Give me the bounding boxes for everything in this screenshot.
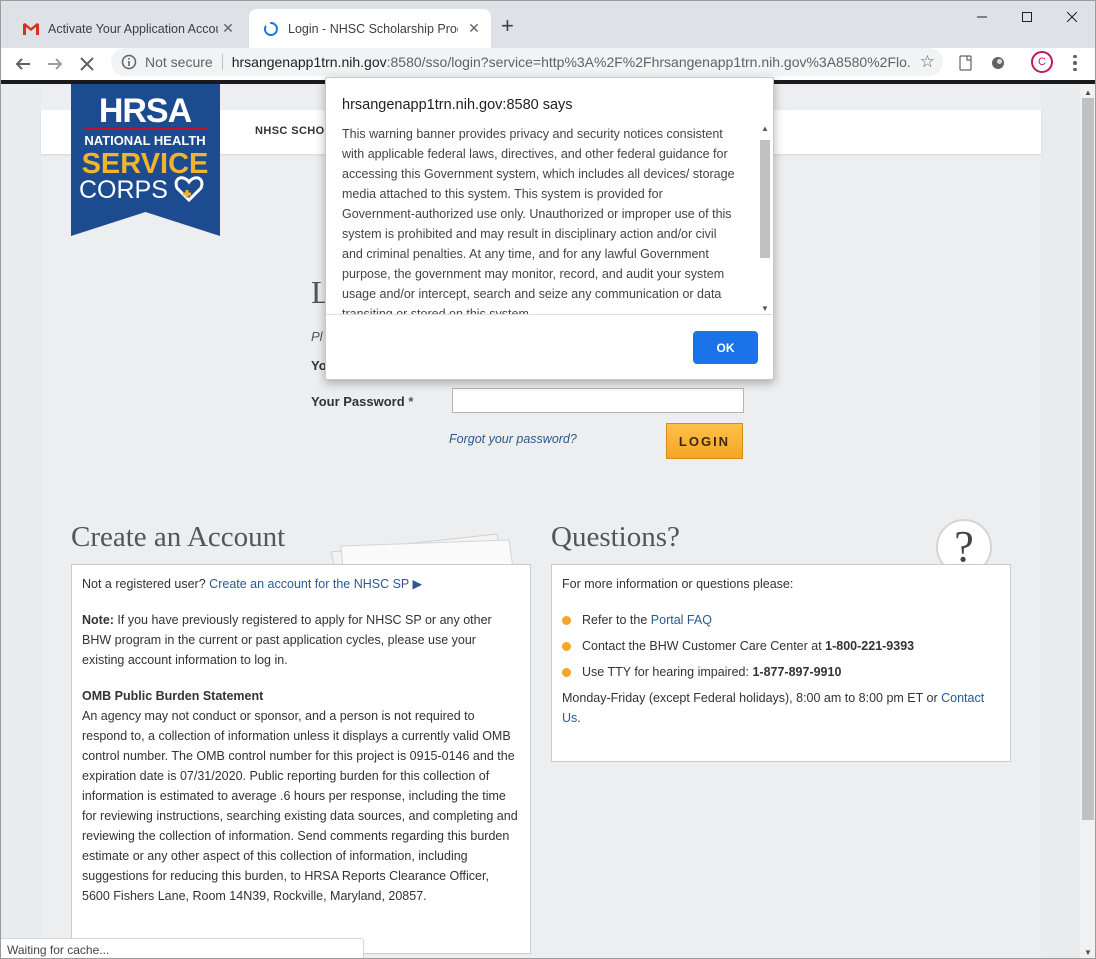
- bullet-icon: [562, 642, 571, 651]
- paper-stack-icon: [330, 533, 514, 568]
- loading-spinner-icon: [263, 21, 279, 37]
- create-account-panel: Not a registered user? Create an account…: [71, 564, 531, 954]
- extension-circle-icon[interactable]: [987, 52, 1009, 74]
- url-text: hrsangenapp1trn.nih.gov:8580/sso/login?s…: [231, 54, 912, 70]
- menu-kebab-icon[interactable]: [1069, 53, 1081, 73]
- page-scrollbar[interactable]: ▲ ▼: [1080, 84, 1095, 958]
- portal-faq-link[interactable]: Portal FAQ: [651, 613, 712, 627]
- alert-dialog: hrsangenapp1trn.nih.gov:8580 says This w…: [325, 77, 774, 380]
- security-status: Not secure: [145, 54, 213, 70]
- tab-title: Activate Your Application Accoun: [48, 21, 218, 36]
- close-window-button[interactable]: [1049, 5, 1095, 29]
- stop-loading-icon[interactable]: [75, 52, 99, 76]
- tab-title: Login - NHSC Scholarship Progra: [288, 21, 458, 36]
- hrsa-nhsc-logo[interactable]: HRSA NATIONAL HEALTH SERVICE CORPS: [71, 84, 220, 236]
- password-label: Your Password *: [311, 394, 414, 409]
- omb-heading: OMB Public Burden Statement: [82, 689, 264, 703]
- dialog-message: This warning banner provides privacy and…: [342, 127, 735, 314]
- new-tab-button[interactable]: +: [501, 15, 514, 37]
- back-arrow-icon[interactable]: [11, 52, 35, 76]
- list-item: Use TTY for hearing impaired: 1-877-897-…: [562, 662, 1000, 682]
- tab-gmail[interactable]: Activate Your Application Accoun ✕: [9, 9, 245, 48]
- scrollbar-thumb[interactable]: [760, 140, 770, 258]
- ok-button[interactable]: OK: [693, 331, 758, 364]
- scroll-down-icon[interactable]: ▼: [1080, 944, 1095, 958]
- forgot-password-link[interactable]: Forgot your password?: [449, 432, 577, 446]
- bookmark-star-icon[interactable]: ☆: [920, 53, 935, 70]
- status-bubble: Waiting for cache...: [1, 938, 364, 958]
- nav-item-nhsc[interactable]: NHSC SCHO: [255, 125, 325, 137]
- svg-text:CORPS: CORPS: [79, 176, 168, 204]
- extension-icon[interactable]: [955, 52, 977, 74]
- tab-strip: Activate Your Application Accoun ✕ Login…: [1, 1, 1095, 48]
- questions-intro: For more information or questions please…: [562, 577, 794, 591]
- contact-list: Refer to the Portal FAQ Contact the BHW …: [562, 610, 1000, 682]
- close-tab-icon[interactable]: ✕: [467, 21, 481, 35]
- info-icon[interactable]: [121, 54, 137, 70]
- list-item: Refer to the Portal FAQ: [562, 610, 1000, 630]
- login-instruction: Pl: [311, 329, 323, 344]
- hours-text: Monday-Friday (except Federal holidays),…: [562, 691, 985, 725]
- questions-panel: For more information or questions please…: [551, 564, 1011, 762]
- bullet-icon: [562, 616, 571, 625]
- create-account-heading: Create an Account: [71, 521, 286, 553]
- svg-text:HRSA: HRSA: [99, 92, 192, 130]
- password-field[interactable]: [452, 388, 744, 413]
- close-tab-icon[interactable]: ✕: [221, 21, 235, 35]
- gmail-icon: [23, 21, 39, 37]
- tty-phone: 1-877-897-9910: [752, 665, 842, 679]
- omb-statement: An agency may not conduct or sponsor, an…: [82, 709, 518, 903]
- forward-arrow-icon[interactable]: [43, 52, 67, 76]
- scrollbar-thumb[interactable]: [1082, 98, 1094, 820]
- address-bar[interactable]: Not secure hrsangenapp1trn.nih.gov:8580/…: [111, 48, 943, 76]
- login-button[interactable]: LOGIN: [666, 423, 743, 459]
- dialog-scrollbar[interactable]: ▲ ▼: [758, 124, 772, 314]
- list-item: Contact the BHW Customer Care Center at …: [562, 636, 1000, 656]
- bullet-icon: [562, 668, 571, 677]
- customer-care-phone: 1-800-221-9393: [825, 639, 915, 653]
- profile-avatar[interactable]: C: [1031, 51, 1053, 73]
- create-account-link[interactable]: Create an account for the NHSC SP ▶: [209, 577, 422, 591]
- play-arrow-icon: ▶: [412, 577, 423, 591]
- note-paragraph: Note: If you have previously registered …: [82, 613, 492, 667]
- maximize-button[interactable]: [1004, 5, 1050, 29]
- scroll-down-icon[interactable]: ▼: [760, 304, 770, 314]
- scroll-up-icon[interactable]: ▲: [760, 124, 770, 134]
- required-marker: *: [408, 394, 414, 409]
- svg-text:NATIONAL HEALTH: NATIONAL HEALTH: [84, 133, 205, 148]
- tab-login[interactable]: Login - NHSC Scholarship Progra ✕: [249, 9, 491, 48]
- browser-window: Activate Your Application Accoun ✕ Login…: [0, 0, 1096, 959]
- minimize-button[interactable]: [959, 5, 1005, 29]
- divider: [326, 314, 773, 315]
- create-account-intro: Not a registered user? Create an account…: [82, 577, 423, 591]
- browser-toolbar: Not secure hrsangenapp1trn.nih.gov:8580/…: [1, 48, 1095, 80]
- dialog-title: hrsangenapp1trn.nih.gov:8580 says: [342, 97, 573, 113]
- questions-heading: Questions?: [551, 521, 680, 553]
- divider: [221, 54, 223, 70]
